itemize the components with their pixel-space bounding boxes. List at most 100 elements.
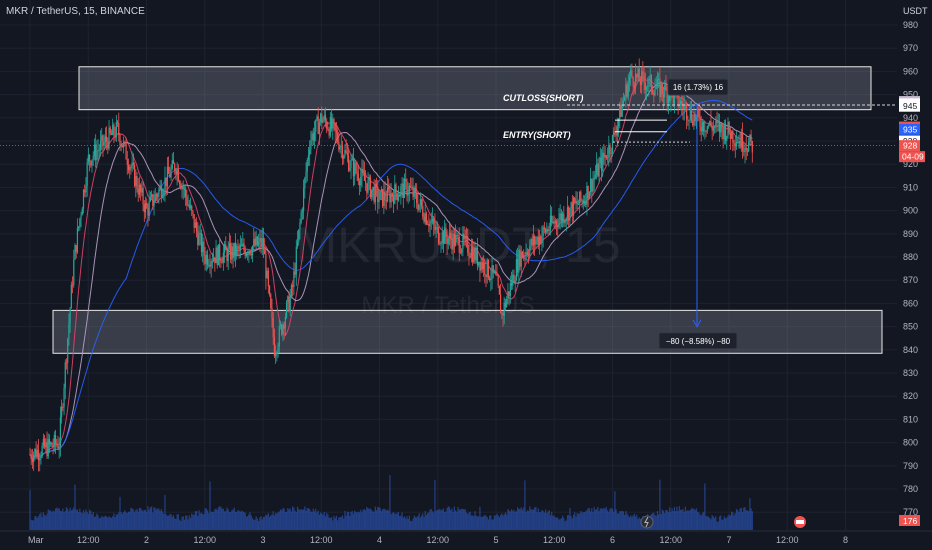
volume-bar bbox=[84, 512, 86, 530]
candle-body bbox=[281, 324, 283, 335]
candle-body bbox=[596, 163, 598, 175]
volume-bar bbox=[367, 508, 369, 530]
volume-bar bbox=[474, 511, 476, 530]
support-zone[interactable] bbox=[52, 309, 883, 354]
volume-bar bbox=[670, 511, 672, 530]
volume-bar bbox=[710, 519, 712, 530]
volume-bar bbox=[675, 511, 677, 530]
volume-bar bbox=[136, 509, 138, 530]
volume-bar bbox=[375, 510, 378, 530]
volume-bar bbox=[585, 511, 587, 530]
volume-bar bbox=[412, 518, 414, 530]
candle-body bbox=[147, 207, 149, 216]
candle-body bbox=[608, 144, 610, 158]
volume-bar bbox=[587, 508, 589, 530]
volume-bar bbox=[735, 509, 738, 530]
candle-body bbox=[474, 248, 476, 261]
volume-bar bbox=[327, 514, 329, 530]
candle-body bbox=[340, 145, 342, 147]
volume-bar bbox=[352, 513, 355, 530]
candle-body bbox=[199, 232, 201, 235]
chart[interactable]: MKRUSDT, 15 MKR / TetherUS CUTLOSS(SHORT… bbox=[0, 0, 932, 550]
zones[interactable] bbox=[52, 66, 883, 354]
volume-bar bbox=[683, 511, 685, 530]
candle-body bbox=[301, 210, 303, 213]
volume-bar bbox=[428, 512, 430, 530]
volume-bar bbox=[69, 507, 71, 530]
candle-body bbox=[157, 195, 159, 197]
candle-body bbox=[234, 242, 237, 256]
candle-body bbox=[180, 184, 182, 189]
volume-bar bbox=[299, 509, 301, 530]
candle-body bbox=[433, 218, 435, 225]
volume-bar bbox=[544, 509, 547, 530]
volume-bar bbox=[47, 509, 49, 530]
candle-body bbox=[746, 150, 749, 152]
volume-bar bbox=[656, 510, 659, 530]
volume-bar bbox=[233, 507, 235, 530]
candle-body bbox=[73, 259, 75, 286]
candle-body bbox=[532, 236, 535, 246]
candle-body bbox=[711, 125, 713, 131]
candle-body bbox=[135, 176, 137, 186]
candle-body bbox=[78, 226, 80, 229]
candle-body bbox=[444, 227, 446, 244]
candle-body bbox=[261, 238, 263, 247]
candle-body bbox=[710, 121, 712, 126]
candle-body bbox=[91, 159, 93, 166]
candle-body bbox=[140, 184, 142, 193]
candle-body bbox=[424, 213, 426, 222]
candle-body bbox=[43, 438, 46, 448]
candle-body bbox=[275, 354, 277, 357]
volume-bar bbox=[626, 513, 628, 530]
candle-body bbox=[509, 282, 511, 296]
candle-body bbox=[310, 140, 312, 150]
candle-body bbox=[555, 220, 558, 225]
volume-bar bbox=[186, 515, 188, 530]
volume-bar bbox=[109, 517, 111, 530]
candle-body bbox=[665, 84, 667, 90]
volume-bar bbox=[328, 517, 330, 530]
candle-body bbox=[660, 84, 662, 98]
volume-bar bbox=[469, 511, 471, 530]
volume-bar bbox=[99, 517, 102, 530]
volume-bar bbox=[110, 517, 113, 530]
candle-body bbox=[71, 284, 74, 286]
candle-body bbox=[277, 346, 279, 353]
candle-body bbox=[636, 73, 638, 78]
candle-body bbox=[168, 166, 170, 174]
volume-bar bbox=[743, 507, 745, 530]
chart-canvas[interactable]: MKRUSDT, 15 MKR / TetherUS CUTLOSS(SHORT… bbox=[0, 0, 932, 550]
volume-bar bbox=[520, 507, 522, 530]
volume-bar bbox=[451, 508, 453, 530]
volume-bar bbox=[232, 509, 234, 530]
volume-bar bbox=[462, 509, 464, 530]
volume-bar bbox=[614, 491, 616, 530]
candle-body bbox=[101, 135, 103, 141]
candle-body bbox=[88, 154, 91, 162]
volume-bar bbox=[597, 506, 599, 530]
volume-bar bbox=[272, 511, 274, 530]
candle-body bbox=[727, 122, 729, 136]
volume-bar bbox=[81, 513, 83, 530]
candle-body bbox=[54, 435, 57, 445]
candle-body bbox=[254, 238, 256, 246]
candle-body bbox=[121, 145, 124, 147]
candle-body bbox=[344, 150, 346, 157]
candle-body bbox=[304, 178, 306, 189]
volume-bar bbox=[458, 509, 460, 530]
volume-bar bbox=[316, 512, 318, 530]
candle-body bbox=[489, 277, 491, 280]
candle-body bbox=[95, 144, 97, 160]
candle-body bbox=[613, 131, 615, 136]
volume-bar bbox=[496, 513, 498, 530]
volume-bar bbox=[655, 515, 657, 530]
volume-bar bbox=[197, 515, 199, 530]
price-tag-label: 928 bbox=[903, 141, 917, 151]
candle-body bbox=[366, 183, 368, 193]
candle-body bbox=[313, 131, 316, 141]
volume-bar bbox=[347, 511, 350, 530]
volume-bar bbox=[50, 510, 52, 530]
resistance-zone[interactable] bbox=[78, 66, 872, 111]
volume-bar bbox=[722, 519, 724, 530]
